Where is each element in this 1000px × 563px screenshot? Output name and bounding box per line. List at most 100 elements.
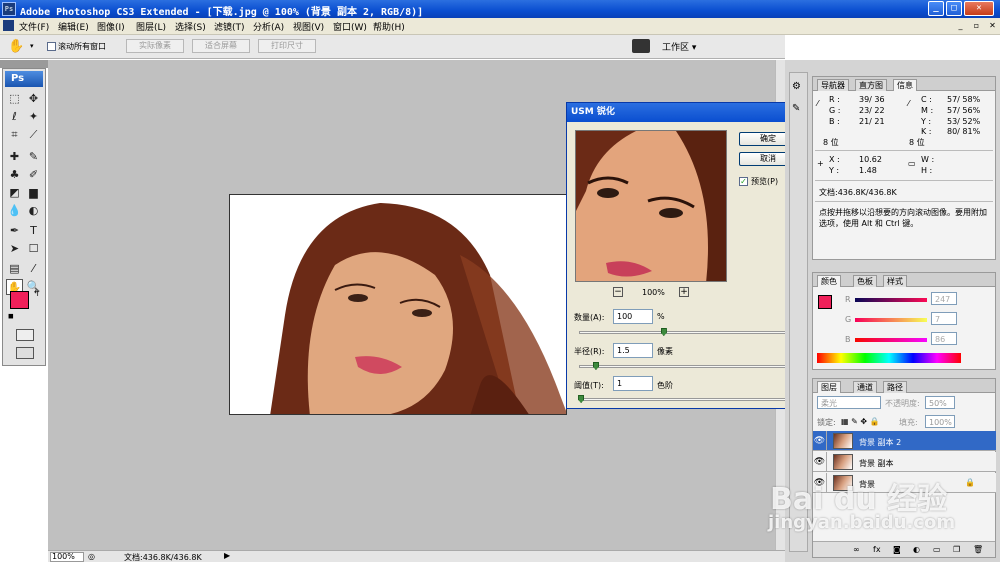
swap-colors-icon[interactable]: ↰	[33, 289, 40, 298]
doc-restore-button[interactable]: ▫	[970, 20, 983, 32]
radius-slider-track[interactable]	[579, 365, 791, 368]
menu-window[interactable]: 窗口(W)	[333, 20, 367, 33]
menu-view[interactable]: 视图(V)	[293, 20, 324, 33]
layer-style-icon[interactable]: fx	[873, 545, 881, 554]
threshold-slider-thumb[interactable]	[578, 395, 585, 403]
fit-screen-button[interactable]: 适合屏幕	[192, 39, 250, 53]
workspace-menu[interactable]: 工作区 ▾	[662, 40, 696, 53]
tab-paths[interactable]: 路径	[883, 381, 907, 393]
tab-color[interactable]: 颜色	[817, 275, 841, 287]
zoom-in-button[interactable]: +	[679, 287, 689, 297]
amount-input[interactable]: 100	[613, 309, 653, 324]
dodge-tool-icon[interactable]: ◐	[25, 203, 42, 219]
bits-right: 8 位	[909, 138, 925, 147]
marquee-tool-icon[interactable]: ⬚	[6, 91, 23, 107]
eraser-tool-icon[interactable]: ◩	[6, 185, 23, 201]
screen-mode-icon[interactable]	[16, 347, 34, 359]
menu-file[interactable]: 文件(F)	[19, 20, 49, 33]
menu-analysis[interactable]: 分析(A)	[253, 20, 284, 33]
maximize-button[interactable]: □	[946, 1, 962, 16]
color-b-slider[interactable]	[855, 338, 927, 342]
path-selection-tool-icon[interactable]: ➤	[6, 241, 23, 257]
brush-tool-icon[interactable]: ✎	[25, 149, 42, 165]
tab-swatches[interactable]: 色板	[853, 275, 877, 287]
menu-help[interactable]: 帮助(H)	[373, 20, 405, 33]
fill-field[interactable]: 100%	[925, 415, 955, 428]
preview-checkbox[interactable]: ✓	[739, 177, 748, 186]
tab-styles[interactable]: 样式	[883, 275, 907, 287]
adjustment-layer-icon[interactable]: ◐	[913, 545, 920, 554]
tool-presets-icon[interactable]: ⚙	[792, 81, 801, 92]
scroll-all-windows-checkbox[interactable]	[47, 42, 56, 51]
delete-layer-icon[interactable]: 🗑	[973, 545, 983, 554]
tool-preset-dropdown[interactable]: ▾	[30, 42, 34, 50]
hand-tool-icon[interactable]: ✋	[8, 39, 24, 54]
slice-tool-icon[interactable]: ⟋	[25, 127, 42, 143]
new-layer-icon[interactable]: ❐	[953, 545, 960, 554]
magic-wand-tool-icon[interactable]: ✦	[25, 109, 42, 125]
zoom-out-button[interactable]: −	[613, 287, 623, 297]
crop-tool-icon[interactable]: ⌗	[6, 127, 23, 143]
brushes-icon[interactable]: ✎	[792, 103, 800, 114]
layer-row-copy2[interactable]: 👁 背景 副本 2	[813, 431, 996, 451]
menu-image[interactable]: 图像(I)	[97, 20, 125, 33]
tab-layers[interactable]: 图层	[817, 381, 841, 393]
actual-pixels-button[interactable]: 实际像素	[126, 39, 184, 53]
menu-edit[interactable]: 编辑(E)	[58, 20, 89, 33]
lock-icons[interactable]: ▦ ✎ ✥ 🔒	[841, 417, 880, 426]
color-spectrum-ramp[interactable]	[817, 353, 961, 363]
blur-tool-icon[interactable]: 💧	[6, 203, 23, 219]
color-g-field[interactable]: 7	[931, 312, 957, 325]
status-menu-arrow-icon[interactable]: ▶	[224, 551, 230, 560]
bridge-icon[interactable]	[632, 39, 650, 53]
radius-input[interactable]: 1.5	[613, 343, 653, 358]
color-b-field[interactable]: 86	[931, 332, 957, 345]
type-tool-icon[interactable]: T	[25, 223, 42, 239]
blend-mode-select[interactable]: 柔光	[817, 396, 881, 409]
menu-select[interactable]: 选择(S)	[175, 20, 206, 33]
amount-slider-thumb[interactable]	[660, 328, 667, 336]
color-r-slider[interactable]	[855, 298, 927, 302]
document-image[interactable]	[229, 194, 567, 415]
doc-close-button[interactable]: ✕	[986, 20, 999, 32]
shape-tool-icon[interactable]: ☐	[25, 241, 42, 257]
foreground-color-swatch[interactable]	[10, 291, 29, 309]
default-colors-icon[interactable]: ◼	[8, 312, 14, 320]
move-tool-icon[interactable]: ✥	[25, 91, 42, 107]
healing-brush-tool-icon[interactable]: ✚	[6, 149, 23, 165]
quick-mask-icon[interactable]	[16, 329, 34, 341]
clone-stamp-tool-icon[interactable]: ♣	[6, 167, 23, 183]
layer-row-copy[interactable]: 👁 背景 副本	[813, 452, 996, 472]
color-g-slider[interactable]	[855, 318, 927, 322]
gradient-tool-icon[interactable]: ▆	[25, 185, 42, 201]
tab-channels[interactable]: 通道	[853, 381, 877, 393]
filter-preview[interactable]	[575, 130, 727, 282]
tab-histogram[interactable]: 直方图	[855, 79, 887, 91]
menu-layer[interactable]: 图层(L)	[136, 20, 166, 33]
tab-navigator[interactable]: 导航器	[817, 79, 849, 91]
threshold-input[interactable]: 1	[613, 376, 653, 391]
menu-filter[interactable]: 滤镜(T)	[214, 20, 245, 33]
doc-minimize-button[interactable]: _	[954, 20, 967, 32]
pen-tool-icon[interactable]: ✒	[6, 223, 23, 239]
tab-info[interactable]: 信息	[893, 79, 917, 91]
print-size-button[interactable]: 打印尺寸	[258, 39, 316, 53]
visibility-eye-icon[interactable]: 👁	[813, 431, 827, 451]
new-group-icon[interactable]: ▭	[933, 545, 941, 554]
lasso-tool-icon[interactable]: ℓ	[6, 109, 23, 125]
color-panel-foreground-swatch[interactable]	[818, 295, 832, 309]
minimize-button[interactable]: _	[928, 1, 944, 16]
color-r-field[interactable]: 247	[931, 292, 957, 305]
opacity-field[interactable]: 50%	[925, 396, 955, 409]
link-layers-icon[interactable]: ∞	[853, 545, 860, 554]
history-brush-tool-icon[interactable]: ✐	[25, 167, 42, 183]
zoom-field[interactable]: 100%	[50, 552, 84, 562]
eyedropper-tool-icon[interactable]: ⁄	[25, 261, 42, 277]
notes-tool-icon[interactable]: ▤	[6, 261, 23, 277]
threshold-slider-track[interactable]	[579, 398, 791, 401]
layer-mask-icon[interactable]: ◙	[893, 545, 901, 554]
visibility-eye-icon[interactable]: 👁	[813, 452, 827, 472]
radius-slider-thumb[interactable]	[592, 362, 599, 370]
amount-slider-track[interactable]	[579, 331, 791, 334]
close-button[interactable]: ✕	[964, 1, 994, 16]
